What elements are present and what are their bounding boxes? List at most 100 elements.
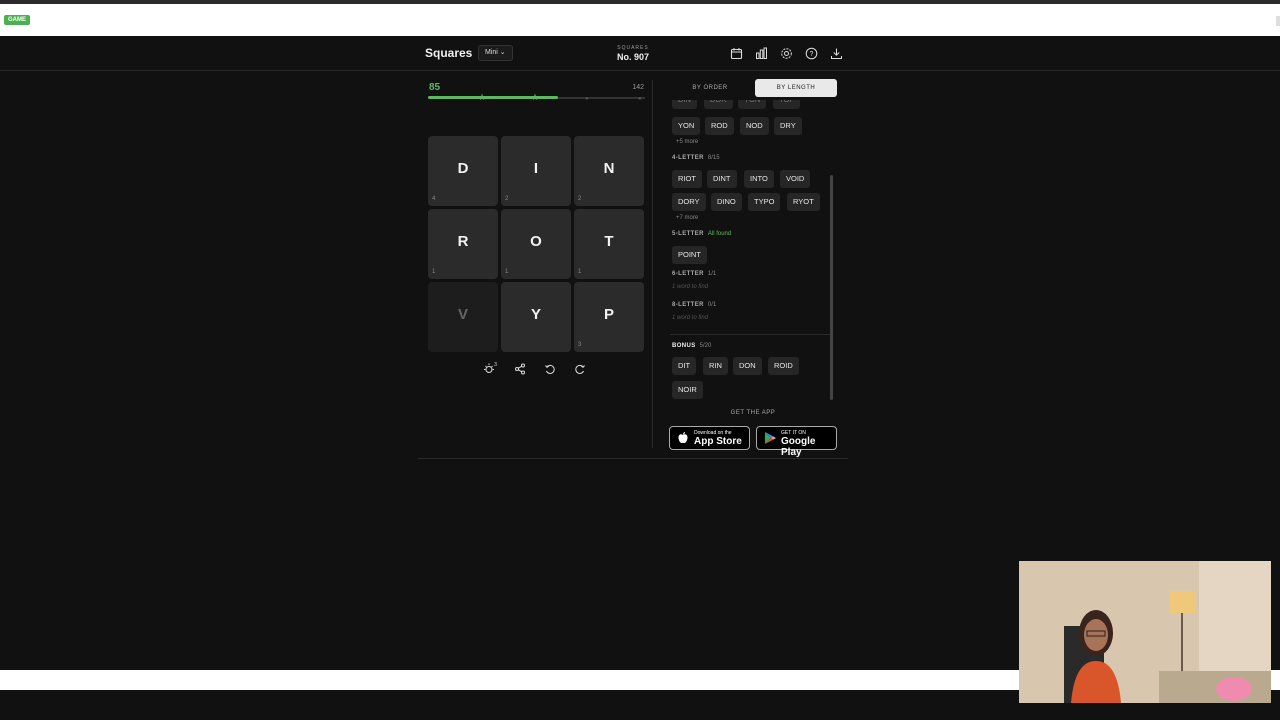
tile-letter: D: [457, 160, 469, 177]
header-icons: ?: [728, 45, 844, 61]
tile-letter: V: [457, 306, 468, 323]
settings-icon[interactable]: [778, 45, 794, 61]
calendar-icon[interactable]: [728, 45, 744, 61]
apple-icon: [678, 432, 688, 444]
tile-count: 1: [505, 269, 509, 275]
undo-icon: [545, 364, 555, 374]
letter-tile[interactable]: D4: [428, 136, 498, 206]
browser-bar: GAME: [0, 4, 1280, 36]
letter-tile[interactable]: Y: [501, 282, 571, 352]
tab-by-length[interactable]: BY LENGTH: [755, 79, 837, 97]
puzzle-number: No. 907: [616, 52, 649, 62]
section-title: 6-LETTER: [672, 271, 704, 277]
tile-letter: R: [457, 233, 469, 250]
word-chip[interactable]: DOR: [704, 100, 733, 109]
puzzle-label: SQUARES: [617, 45, 649, 51]
letter-tile[interactable]: R1: [428, 209, 498, 279]
word-chip[interactable]: DON: [733, 357, 762, 375]
webcam-person-image: [1019, 561, 1271, 703]
words-to-find-hint: 1 word to find: [672, 315, 709, 321]
content-bottom-line: [418, 458, 848, 459]
help-icon[interactable]: ?: [803, 45, 819, 61]
milestone-star-icon: ★: [478, 92, 487, 102]
tile-letter: O: [530, 233, 542, 250]
download-icon[interactable]: [828, 45, 844, 61]
max-score: 142: [632, 84, 644, 91]
word-chip[interactable]: RYOT: [787, 193, 820, 211]
word-list-panel[interactable]: DIN DOR YON TOP YON ROD NOD DRY +5 more …: [670, 100, 830, 400]
word-chip[interactable]: TYPO: [748, 193, 781, 211]
tile-count: 3: [578, 342, 582, 348]
share-icon: [515, 363, 525, 375]
undo-button[interactable]: [540, 359, 560, 379]
app-store-button[interactable]: Download on the App Store: [669, 426, 750, 450]
more-link[interactable]: +5 more: [676, 139, 698, 145]
word-chip[interactable]: ROID: [768, 357, 799, 375]
tile-count: 4: [432, 196, 436, 202]
mode-dropdown[interactable]: Mini ⌄: [478, 45, 513, 61]
milestone-dot-icon: ●: [585, 96, 589, 102]
tile-count: 1: [578, 269, 582, 275]
google-play-text: Google Play: [781, 436, 816, 458]
word-chip[interactable]: NOIR: [672, 381, 703, 399]
word-chip[interactable]: DORY: [672, 193, 706, 211]
letter-tile[interactable]: I2: [501, 136, 571, 206]
game-actions: 3: [480, 359, 590, 379]
hint-count: 3: [494, 362, 497, 368]
refresh-button[interactable]: [570, 359, 590, 379]
word-list-scrollbar[interactable]: [830, 175, 833, 400]
word-chip[interactable]: ROD: [705, 117, 734, 135]
word-chip[interactable]: RIOT: [672, 170, 702, 188]
game-badge[interactable]: GAME: [4, 15, 30, 25]
section-status: All found: [707, 231, 732, 237]
word-chip[interactable]: YON: [672, 117, 701, 135]
letter-tile[interactable]: T1: [574, 209, 644, 279]
mode-label: Mini: [485, 49, 498, 56]
word-chip[interactable]: INTO: [744, 170, 774, 188]
section-8-letter: 8-LETTER 0/1: [672, 302, 716, 308]
section-count: 1/1: [707, 271, 717, 277]
word-chip[interactable]: DINT: [707, 170, 737, 188]
word-chip[interactable]: NOD: [740, 117, 769, 135]
milestone-star-icon: ★: [531, 92, 540, 102]
word-chip[interactable]: TOP: [773, 100, 801, 109]
word-chip[interactable]: DINO: [711, 193, 742, 211]
tile-letter: P: [603, 306, 614, 323]
section-title: 5-LETTER: [672, 231, 704, 237]
google-play-button[interactable]: GET IT ON Google Play: [756, 426, 837, 458]
section-4-letter: 4-LETTER 8/15: [672, 155, 720, 161]
tile-letter: Y: [530, 306, 541, 323]
word-chip[interactable]: DIN: [672, 100, 697, 109]
word-chip[interactable]: POINT: [672, 246, 707, 264]
hint-button[interactable]: 3: [480, 359, 500, 379]
word-chip[interactable]: DIT: [672, 357, 697, 375]
word-chip[interactable]: YON: [738, 100, 767, 109]
stats-icon[interactable]: [753, 45, 769, 61]
section-6-letter: 6-LETTER 1/1: [672, 271, 716, 277]
letter-tile[interactable]: P3: [574, 282, 644, 352]
word-chip[interactable]: DRY: [774, 117, 802, 135]
letter-tile-used[interactable]: V: [428, 282, 498, 352]
tile-count: 1: [432, 269, 436, 275]
current-score: 85: [429, 82, 441, 93]
word-chip[interactable]: VOID: [780, 170, 811, 188]
letter-tile[interactable]: N2: [574, 136, 644, 206]
section-title: BONUS: [672, 343, 696, 349]
score-progress-bar: ★ ★ ● ●: [428, 92, 645, 102]
letter-tile[interactable]: O1: [501, 209, 571, 279]
google-play-icon: [765, 432, 776, 444]
chevron-down-icon: ⌄: [499, 49, 506, 56]
tile-letter: T: [604, 233, 614, 250]
word-list-tabs: BY ORDER BY LENGTH: [669, 79, 837, 97]
browser-edge: [1276, 16, 1280, 26]
refresh-icon: [575, 364, 585, 374]
section-bonus: BONUS 5/20: [672, 343, 711, 349]
webcam-overlay: [1019, 561, 1271, 703]
share-button[interactable]: [510, 359, 530, 379]
bonus-divider: [670, 334, 830, 335]
section-count: 5/20: [699, 343, 712, 349]
word-chip[interactable]: RIN: [703, 357, 728, 375]
tab-by-order[interactable]: BY ORDER: [669, 79, 751, 97]
more-link[interactable]: +7 more: [676, 215, 698, 221]
section-title: 4-LETTER: [672, 155, 704, 161]
